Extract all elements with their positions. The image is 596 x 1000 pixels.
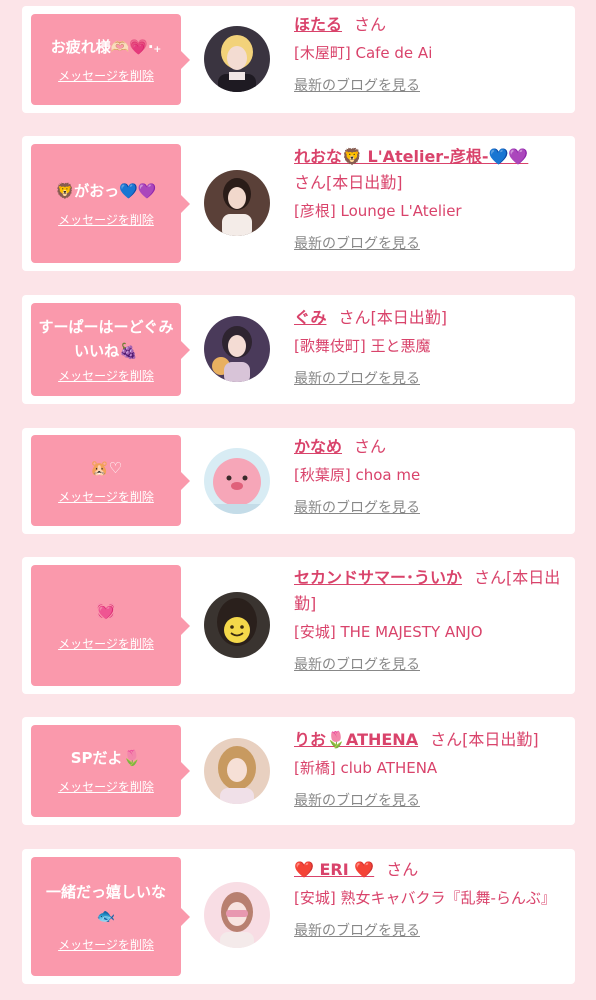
avatar[interactable] xyxy=(204,448,270,514)
cast-info: ぐみ さん[本日出勤] [歌舞伎町] 王と悪魔 最新のブログを見る xyxy=(294,305,566,389)
message-card: すーぱーはーどぐみいいね🍇 メッセージを削除 ぐみ さん[本日出勤] [歌舞伎町]… xyxy=(22,295,575,404)
message-bubble: 💓 メッセージを削除 xyxy=(31,565,190,686)
avatar[interactable] xyxy=(204,316,270,382)
avatar-photo xyxy=(204,592,270,658)
delete-message-link[interactable]: メッセージを削除 xyxy=(58,211,154,229)
cast-name-link[interactable]: ❤️ ERI ❤️ xyxy=(294,860,374,879)
avatar-photo xyxy=(204,882,270,948)
honorific: さん xyxy=(354,437,387,456)
latest-blog-link[interactable]: 最新のブログを見る xyxy=(294,921,420,941)
status-text: [本日出勤] xyxy=(326,173,403,192)
cast-info: ほたる さん [木屋町] Cafe de Ai 最新のブログを見る xyxy=(294,12,566,96)
cast-name-link[interactable]: ほたる xyxy=(294,15,342,34)
delete-message-link[interactable]: メッセージを削除 xyxy=(58,936,154,954)
honorific: さん xyxy=(354,15,387,34)
delete-message-link[interactable]: メッセージを削除 xyxy=(58,367,154,385)
honorific: さん xyxy=(474,568,507,587)
message-text: 一緒だっ嬉しいな🐟 xyxy=(45,882,166,925)
delete-message-link[interactable]: メッセージを削除 xyxy=(58,635,154,653)
honorific: さん xyxy=(338,308,371,327)
shop-text: [安城] THE MAJESTY ANJO xyxy=(294,623,483,641)
avatar-photo xyxy=(204,170,270,236)
message-card: お疲れ様🫶🏻💗‧₊ メッセージを削除 ほたる さん [木屋町] Cafe de A… xyxy=(22,6,575,113)
latest-blog-link[interactable]: 最新のブログを見る xyxy=(294,655,420,675)
cast-name-link[interactable]: かなめ xyxy=(294,437,342,456)
message-bubble: 一緒だっ嬉しいな🐟 メッセージを削除 xyxy=(31,857,190,976)
delete-message-link[interactable]: メッセージを削除 xyxy=(58,488,154,506)
shop-text: [歌舞伎町] 王と悪魔 xyxy=(294,337,431,355)
message-card: 一緒だっ嬉しいな🐟 メッセージを削除 ❤️ ERI ❤️ さん [安城] 熟女キャ… xyxy=(22,849,575,984)
avatar[interactable] xyxy=(204,26,270,92)
shop-text: [彦根] Lounge L'Atelier xyxy=(294,202,462,220)
message-text: 💓 xyxy=(96,601,116,620)
message-text: 🦁がおっ💙💜 xyxy=(55,181,157,200)
delete-message-link[interactable]: メッセージを削除 xyxy=(58,67,154,85)
message-bubble: お疲れ様🫶🏻💗‧₊ メッセージを削除 xyxy=(31,14,190,105)
avatar-photo xyxy=(204,26,270,92)
cast-name-link[interactable]: れおな🦁 L'Atelier-彦根-💙💜 xyxy=(294,147,528,166)
latest-blog-link[interactable]: 最新のブログを見る xyxy=(294,369,420,389)
honorific: さん xyxy=(430,730,463,749)
cast-info: セカンドサマー･ういか さん[本日出勤] [安城] THE MAJESTY ANJ… xyxy=(294,565,566,675)
latest-blog-link[interactable]: 最新のブログを見る xyxy=(294,498,420,518)
avatar-photo xyxy=(204,316,270,382)
latest-blog-link[interactable]: 最新のブログを見る xyxy=(294,76,420,96)
avatar[interactable] xyxy=(204,738,270,804)
shop-text: [木屋町] Cafe de Ai xyxy=(294,44,433,62)
message-bubble: SPだよ🌷 メッセージを削除 xyxy=(31,725,190,817)
message-bubble: 🦁がおっ💙💜 メッセージを削除 xyxy=(31,144,190,263)
status-text: [本日出勤] xyxy=(462,730,539,749)
message-text: 🐹♡ xyxy=(89,458,123,477)
message-text: SPだよ🌷 xyxy=(70,749,142,767)
avatar-photo xyxy=(204,738,270,804)
status-text: [本日出勤] xyxy=(370,308,448,327)
cast-info: れおな🦁 L'Atelier-彦根-💙💜 さん[本日出勤] [彦根] Lounge… xyxy=(294,144,566,254)
message-card: SPだよ🌷 メッセージを削除 りお🌷ATHENA さん[本日出勤] [新橋] cl… xyxy=(22,717,575,825)
message-text: すーぱーはーどぐみいいね🍇 xyxy=(38,317,174,360)
latest-blog-link[interactable]: 最新のブログを見る xyxy=(294,234,420,254)
cast-name-link[interactable]: りお🌷ATHENA xyxy=(294,730,418,749)
cast-name-link[interactable]: ぐみ xyxy=(294,308,326,327)
message-card: 🐹♡ メッセージを削除 かなめ さん [秋葉原] choa me 最新のブログを見… xyxy=(22,428,575,534)
avatar[interactable] xyxy=(204,882,270,948)
shop-text: [新橋] club ATHENA xyxy=(294,759,438,777)
honorific: さん xyxy=(386,860,419,879)
message-card: 💓 メッセージを削除 セカンドサマー･ういか さん[本日出勤] [安城] THE … xyxy=(22,557,575,694)
shop-text: [安城] 熟女キャバクラ『乱舞-らんぶ』 xyxy=(294,889,556,907)
shop-text: [秋葉原] choa me xyxy=(294,466,421,484)
cast-info: ❤️ ERI ❤️ さん [安城] 熟女キャバクラ『乱舞-らんぶ』 最新のブログを… xyxy=(294,857,566,941)
avatar-photo xyxy=(204,448,270,514)
message-text: お疲れ様🫶🏻💗‧₊ xyxy=(50,37,162,56)
message-card: 🦁がおっ💙💜 メッセージを削除 れおな🦁 L'Atelier-彦根-💙💜 さん[本… xyxy=(22,136,575,271)
message-bubble: すーぱーはーどぐみいいね🍇 メッセージを削除 xyxy=(31,303,190,396)
message-bubble: 🐹♡ メッセージを削除 xyxy=(31,435,190,526)
cast-name-link[interactable]: セカンドサマー･ういか xyxy=(294,568,462,587)
delete-message-link[interactable]: メッセージを削除 xyxy=(58,778,154,796)
avatar[interactable] xyxy=(204,592,270,658)
latest-blog-link[interactable]: 最新のブログを見る xyxy=(294,791,420,811)
cast-info: かなめ さん [秋葉原] choa me 最新のブログを見る xyxy=(294,434,566,518)
avatar[interactable] xyxy=(204,170,270,236)
honorific: さん xyxy=(294,173,327,192)
cast-info: りお🌷ATHENA さん[本日出勤] [新橋] club ATHENA 最新のブロ… xyxy=(294,727,566,811)
